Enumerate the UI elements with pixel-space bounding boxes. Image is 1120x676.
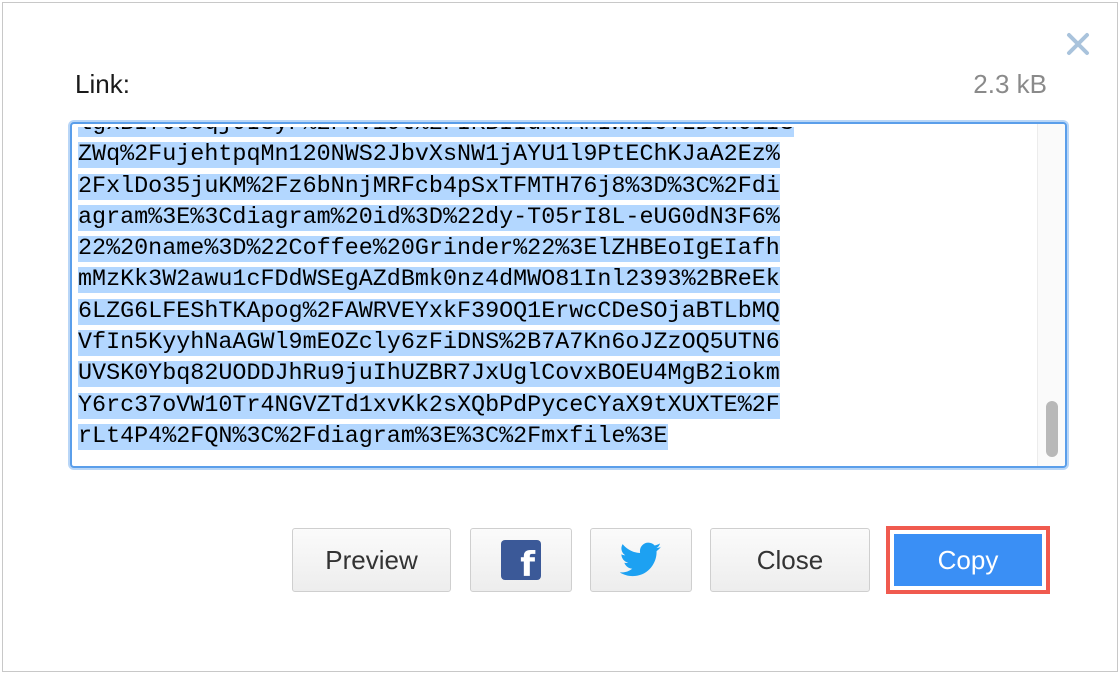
link-textarea[interactable]: lgxBI7995qj9ISyF%2FNVi9t%2FIKBIIdKhAnIww…	[70, 122, 1067, 468]
link-text-line: rLt4P4%2FQN%3C%2Fdiagram%3E%3C%2Fmxfile%…	[78, 422, 794, 453]
selected-text: UVSK0Ybq82UODDJhRu9juIhUZBR7JxUglCovxBOE…	[78, 361, 780, 388]
link-text-line: UVSK0Ybq82UODDJhRu9juIhUZBR7JxUglCovxBOE…	[78, 359, 794, 390]
link-text-line: Y6rc37oVW10Tr4NGVZTd1xvKk2sXQbPdPyceCYaX…	[78, 391, 794, 422]
selected-text: 22%20name%3D%22Coffee%20Grinder%22%3ElZH…	[78, 236, 780, 263]
textarea-scrollbar[interactable]	[1037, 124, 1065, 466]
selected-text: ZWq%2FujehtpqMn120NWS2JbvXsNW1jAYU1l9PtE…	[78, 142, 780, 169]
link-text-line: ZWq%2FujehtpqMn120NWS2JbvXsNW1jAYU1l9PtE…	[78, 140, 794, 171]
selected-text: mMzKk3W2awu1cFDdWSEgAZdBmk0nz4dMWO81Inl2…	[78, 267, 780, 294]
scrollbar-thumb[interactable]	[1046, 401, 1058, 457]
link-text-line: 22%20name%3D%22Coffee%20Grinder%22%3ElZH…	[78, 234, 794, 265]
file-size-label: 2.3 kB	[973, 69, 1047, 99]
link-text-line: 2FxlDo35juKM%2Fz6bNnjMRFcb4pSxTFMTH76j8%…	[78, 172, 794, 203]
preview-button[interactable]: Preview	[292, 528, 451, 592]
twitter-icon	[620, 542, 662, 577]
selected-text: 6LZG6LFEShTKApog%2FAWRVEYxkF39OQ1ErwcCDe…	[78, 298, 780, 325]
selected-text: 2FxlDo35juKM%2Fz6bNnjMRFcb4pSxTFMTH76j8%…	[78, 173, 780, 200]
link-text-lines: lgxBI7995qj9ISyF%2FNVi9t%2FIKBIIdKhAnIww…	[78, 127, 794, 453]
link-text-line: mMzKk3W2awu1cFDdWSEgAZdBmk0nz4dMWO81Inl2…	[78, 265, 794, 296]
copy-button-highlight: Copy	[886, 526, 1050, 594]
copy-button[interactable]: Copy	[894, 534, 1042, 586]
selected-text: lgxBI7995qj9ISyF%2FNVi9t%2FIKBIIdKhAnIww…	[78, 127, 794, 137]
close-x-icon[interactable]	[1065, 31, 1091, 57]
link-text-content[interactable]: lgxBI7995qj9ISyF%2FNVi9t%2FIKBIIdKhAnIww…	[78, 127, 1035, 462]
selected-text: VfIn5KyyhNaAGWl9mEOZcly6zFiDNS%2B7A7Kn6o…	[78, 330, 780, 357]
link-text-line: lgxBI7995qj9ISyF%2FNVi9t%2FIKBIIdKhAnIww…	[78, 127, 794, 140]
facebook-share-button[interactable]: f	[470, 528, 572, 592]
share-link-dialog: Link: 2.3 kB lgxBI7995qj9ISyF%2FNVi9t%2F…	[2, 2, 1118, 672]
link-text-line: agram%3E%3Cdiagram%20id%3D%22dy-T05rI8L-…	[78, 203, 794, 234]
twitter-share-button[interactable]	[590, 528, 692, 592]
selected-text: Y6rc37oVW10Tr4NGVZTd1xvKk2sXQbPdPyceCYaX…	[78, 392, 780, 419]
selected-text: rLt4P4%2FQN%3C%2Fdiagram%3E%3C%2Fmxfile%…	[78, 423, 668, 450]
close-button[interactable]: Close	[710, 528, 870, 592]
link-text-line: VfIn5KyyhNaAGWl9mEOZcly6zFiDNS%2B7A7Kn6o…	[78, 328, 794, 359]
facebook-icon: f	[501, 540, 541, 582]
link-label: Link:	[75, 69, 130, 99]
selected-text: agram%3E%3Cdiagram%20id%3D%22dy-T05rI8L-…	[78, 204, 780, 231]
link-text-line: 6LZG6LFEShTKApog%2FAWRVEYxkF39OQ1ErwcCDe…	[78, 297, 794, 328]
